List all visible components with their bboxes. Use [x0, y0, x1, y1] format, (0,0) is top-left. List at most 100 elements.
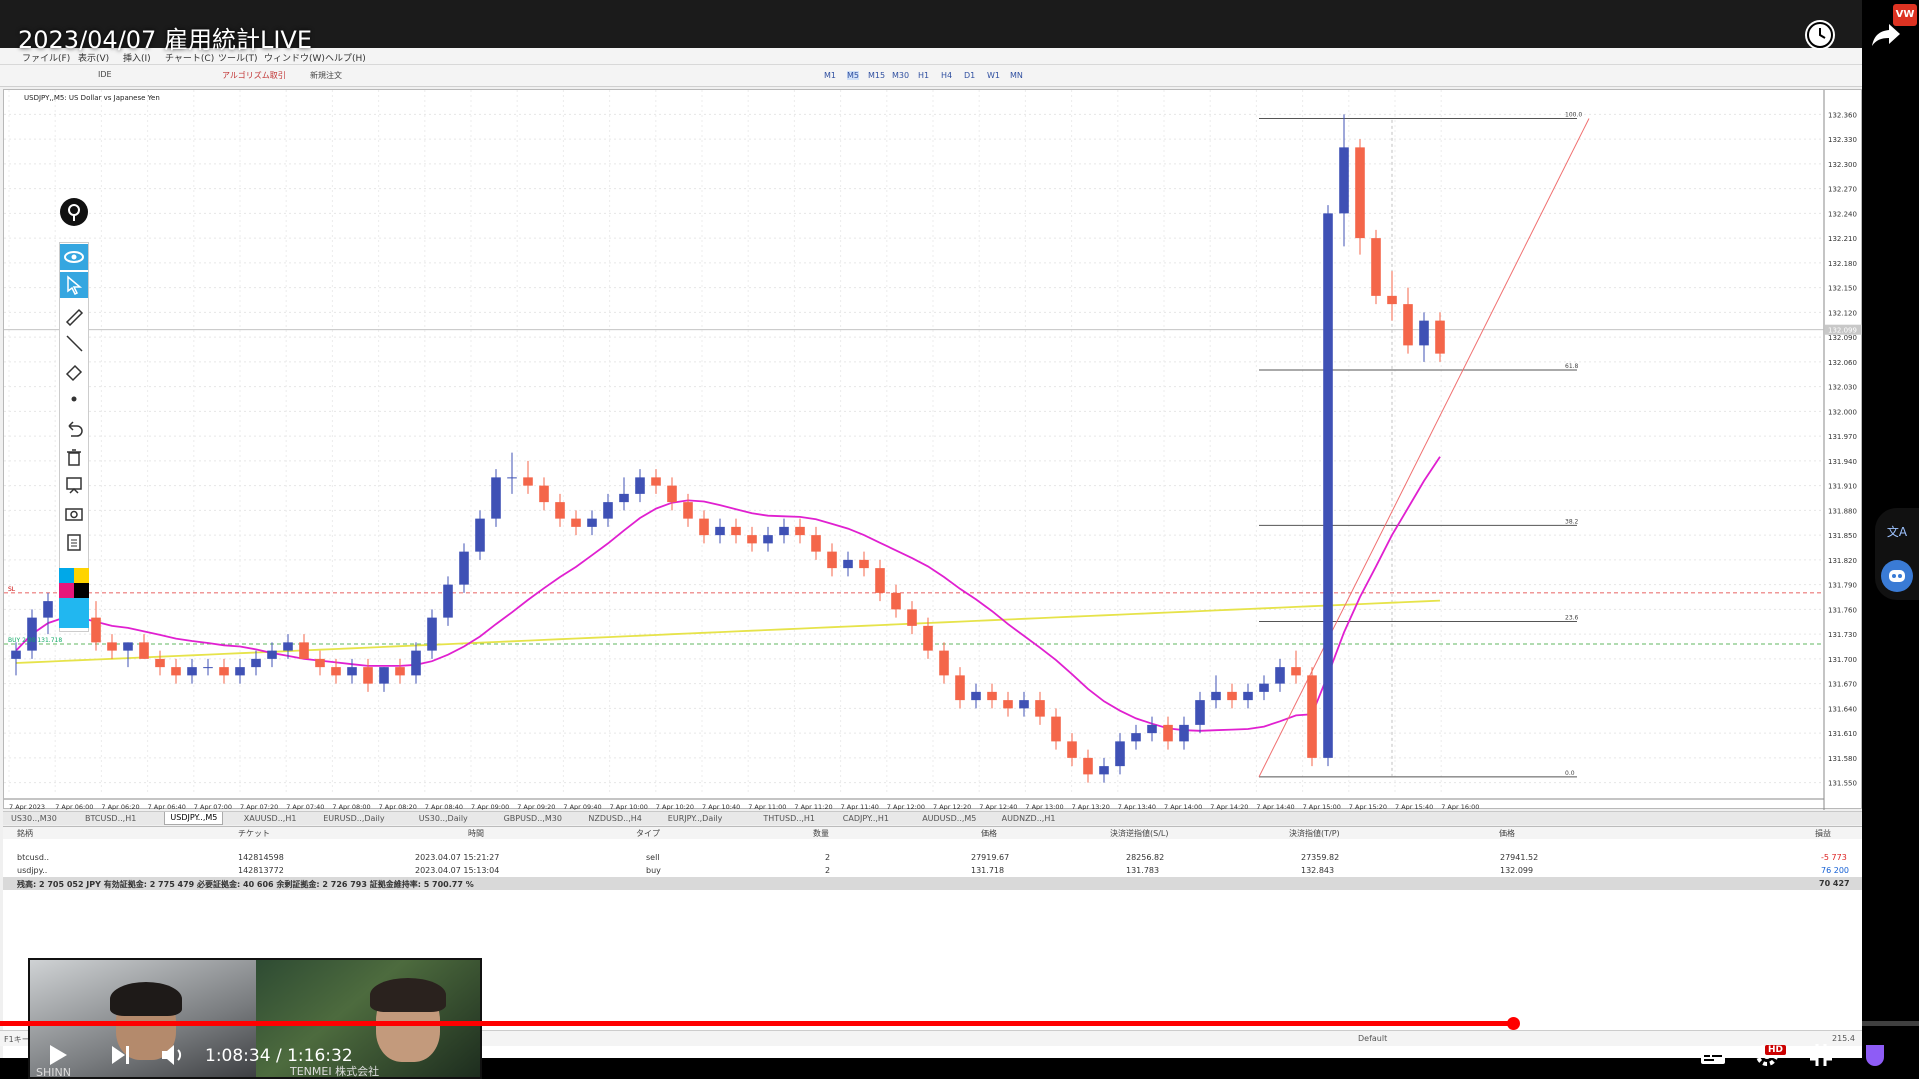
share-button[interactable] — [1871, 22, 1901, 52]
y-tick-label: 132.090 — [1828, 334, 1857, 342]
chart-tab[interactable]: AUDNZD..,H1 — [1002, 814, 1056, 823]
camera-tool[interactable] — [60, 500, 88, 526]
trash-tool[interactable] — [60, 444, 88, 470]
col-symbol[interactable]: 銘柄 — [17, 828, 33, 839]
pen-tool[interactable] — [60, 302, 88, 328]
chart-tab[interactable]: US30..,M30 — [11, 814, 57, 823]
col-profit[interactable]: 損益 — [1815, 828, 1831, 839]
timeframe-m5[interactable]: M5 — [847, 71, 859, 80]
trade-row[interactable]: usdjpy.. 142813772 2023.04.07 15:13:04 buy 2… — [3, 864, 1862, 877]
channel-avatar-button[interactable] — [1860, 1040, 1890, 1070]
candle-body — [1131, 733, 1141, 742]
ide-button[interactable]: IDE — [98, 70, 112, 79]
line-tool[interactable] — [60, 330, 88, 356]
col-time[interactable]: 時間 — [468, 828, 484, 839]
chart-window[interactable]: 132.360 132.330 132.300 132.270 132.240 132.2… — [3, 89, 1863, 810]
eye-tool[interactable] — [60, 244, 88, 270]
timeframe-w1[interactable]: W1 — [987, 71, 1000, 80]
chart-symbol-label: USDJPY,,M5: US Dollar vs Japanese Yen — [24, 94, 160, 102]
col-ticket[interactable]: チケット — [238, 828, 270, 839]
volume-button[interactable] — [158, 1040, 188, 1070]
candle-body — [859, 559, 869, 569]
channel-badge[interactable]: VW — [1893, 4, 1917, 26]
progress-scrubber[interactable] — [1507, 1017, 1521, 1030]
candle-body — [139, 642, 149, 659]
chart-tab[interactable]: EURJPY..,Daily — [668, 814, 723, 823]
color-yellow[interactable] — [74, 568, 89, 583]
watch-later-button[interactable] — [1805, 20, 1835, 50]
timeframe-m30[interactable]: M30 — [892, 71, 909, 80]
collapse-button[interactable] — [944, 1038, 974, 1068]
candle-body — [683, 502, 693, 519]
col-tp[interactable]: 決済指値(T/P) — [1289, 828, 1340, 839]
x-tick-label: 7 Apr 07:20 — [240, 803, 278, 810]
col-type[interactable]: タイプ — [636, 828, 660, 839]
timeframe-m1[interactable]: M1 — [824, 71, 836, 80]
color-palette[interactable] — [59, 568, 89, 598]
chart-tab[interactable]: BTCUSD..,H1 — [85, 814, 136, 823]
pin-button[interactable] — [57, 196, 91, 228]
timeframe-m15[interactable]: M15 — [868, 71, 885, 80]
timeframe-d1[interactable]: D1 — [964, 71, 975, 80]
candle-body — [1387, 295, 1397, 305]
pencil-icon — [65, 308, 84, 326]
candle-body — [1211, 691, 1221, 701]
new-order-button[interactable]: 新規注文 — [310, 70, 342, 81]
selected-color[interactable] — [59, 598, 89, 628]
chart-tab[interactable]: USDJPY..,M5 — [164, 812, 224, 825]
candle-body — [187, 667, 197, 676]
color-magenta[interactable] — [59, 583, 74, 598]
video-progress-bar[interactable] — [0, 1017, 1919, 1030]
chart-tab[interactable]: US30..,Daily — [419, 814, 468, 823]
price-chart[interactable]: 132.360 132.330 132.300 132.270 132.240 132.2… — [4, 90, 1863, 810]
color-cyan[interactable] — [59, 568, 74, 583]
undo-tool[interactable] — [60, 416, 88, 442]
candle-body — [491, 477, 501, 519]
play-button[interactable] — [42, 1040, 72, 1070]
balance-text: 残高: 2 705 052 JPY 有効証拠金: 2 775 479 必要証拠金… — [17, 880, 474, 889]
chart-tab[interactable]: GBPUSD..,M30 — [504, 814, 562, 823]
cursor-tool[interactable] — [60, 272, 88, 298]
trade-row[interactable]: btcusd.. 142814598 2023.04.07 15:21:27 sell… — [3, 851, 1862, 864]
color-black[interactable] — [74, 583, 89, 598]
eraser-icon — [65, 364, 83, 382]
col-volume[interactable]: 数量 — [813, 828, 829, 839]
balance-total: 70 427 — [1819, 879, 1850, 888]
eraser-tool[interactable] — [60, 358, 88, 384]
translate-button[interactable]: 文A — [1881, 516, 1913, 548]
candle-body — [1435, 320, 1445, 354]
clipboard-tool[interactable] — [60, 528, 88, 554]
chart-tab[interactable]: NZDUSD..,H4 — [588, 814, 641, 823]
timeframe-h4[interactable]: H4 — [941, 71, 952, 80]
algo-trading-button[interactable]: アルゴリズム取引 — [222, 70, 286, 81]
next-button[interactable] — [106, 1040, 136, 1070]
undo-icon — [68, 421, 83, 437]
subtitles-button[interactable] — [1698, 1040, 1728, 1070]
chart-tab[interactable]: AUDUSD..,M5 — [922, 814, 976, 823]
chart-tab[interactable]: EURUSD..,Daily — [323, 814, 384, 823]
assistant-button[interactable] — [1881, 560, 1913, 592]
bot-icon — [1889, 570, 1905, 582]
dot-tool[interactable] — [60, 386, 88, 412]
y-tick-label: 132.300 — [1828, 161, 1857, 169]
board-tool[interactable] — [60, 472, 88, 498]
chart-tab[interactable]: CADJPY..,H1 — [843, 814, 889, 823]
y-tick-label: 131.610 — [1828, 730, 1857, 738]
menu-help[interactable]: ヘルプ(H) — [325, 51, 366, 64]
chart-tab[interactable]: XAUUSD..,H1 — [244, 814, 297, 823]
video-title[interactable]: 2023/04/07 雇用統計LIVE — [18, 20, 312, 55]
timeframe-mn[interactable]: MN — [1010, 71, 1023, 80]
candle-body — [1067, 741, 1077, 758]
chart-tab[interactable]: THTUSD..,H1 — [763, 814, 815, 823]
x-tick-label: 7 Apr 2023 — [9, 803, 45, 810]
candle-body — [1083, 757, 1093, 775]
timeframe-h1[interactable]: H1 — [918, 71, 929, 80]
col-current-price[interactable]: 価格 — [1499, 828, 1515, 839]
candle-body — [651, 477, 661, 486]
col-price[interactable]: 価格 — [981, 828, 997, 839]
y-tick-label: 131.580 — [1828, 755, 1857, 763]
x-tick-label: 7 Apr 06:40 — [148, 803, 186, 810]
exit-fullscreen-button[interactable] — [1806, 1040, 1836, 1070]
col-sl[interactable]: 決済逆指値(S/L) — [1110, 828, 1168, 839]
trade-cell-symbol: btcusd.. — [17, 853, 50, 862]
